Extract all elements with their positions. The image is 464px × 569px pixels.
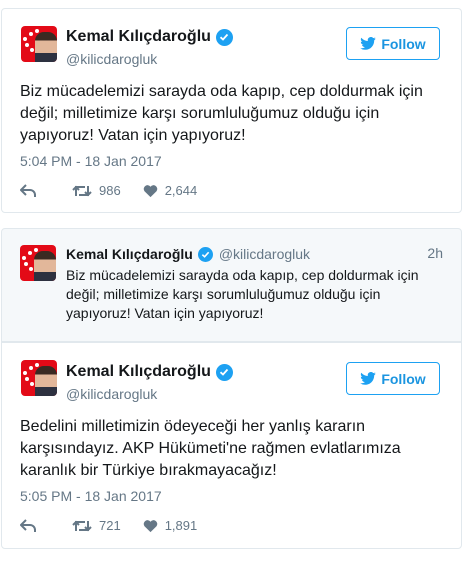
verified-badge-icon xyxy=(215,363,233,381)
heart-icon xyxy=(143,519,157,532)
author-name[interactable]: Kemal Kılıçdaroğlu xyxy=(66,28,211,46)
avatar[interactable] xyxy=(21,26,57,62)
tweet-timestamp[interactable]: 5:05 PM - 18 Jan 2017 xyxy=(20,488,162,504)
avatar[interactable] xyxy=(20,245,56,281)
profile-photo xyxy=(35,366,57,396)
retweet-icon xyxy=(72,520,92,531)
like-count: 2,644 xyxy=(164,183,198,198)
retweet-button[interactable]: 986 xyxy=(72,183,121,198)
tweet-text: Bedelini milletimizin ödeyeceği her yanl… xyxy=(20,418,401,479)
verified-badge-icon xyxy=(197,246,213,262)
follow-label: Follow xyxy=(381,35,426,52)
reply-button[interactable] xyxy=(20,518,36,533)
retweet-icon xyxy=(72,185,92,196)
reply-icon xyxy=(20,518,36,532)
reply-button[interactable] xyxy=(20,183,36,198)
follow-button[interactable]: Follow xyxy=(346,27,440,60)
avatar[interactable] xyxy=(21,360,57,396)
author-handle[interactable]: @kilicdarogluk xyxy=(66,386,157,402)
tweet-text: Biz mücadelemizi sarayda oda kapıp, cep … xyxy=(66,267,419,321)
tweet-timestamp[interactable]: 5:04 PM - 18 Jan 2017 xyxy=(20,153,162,169)
retweet-count: 986 xyxy=(99,183,121,198)
author-name[interactable]: Kemal Kılıçdaroğlu xyxy=(66,246,193,262)
profile-photo xyxy=(34,251,56,281)
tweet-card[interactable]: Kemal Kılıçdaroğlu @kilicdarogluk Follow… xyxy=(1,342,462,549)
tweet-card-compact[interactable]: Kemal Kılıçdaroğlu @kilicdarogluk 2h Biz… xyxy=(1,228,462,342)
follow-label: Follow xyxy=(381,370,426,387)
follow-button[interactable]: Follow xyxy=(346,362,440,395)
tweet-card[interactable]: Kemal Kılıçdaroğlu @kilicdarogluk Follow… xyxy=(1,8,462,213)
retweet-button[interactable]: 721 xyxy=(72,518,121,533)
tweet-relative-time[interactable]: 2h xyxy=(427,245,443,261)
verified-badge-icon xyxy=(215,28,233,46)
heart-icon xyxy=(143,184,157,197)
profile-photo xyxy=(35,32,57,62)
like-button[interactable]: 1,891 xyxy=(143,518,198,533)
tweet-text: Biz mücadelemizi sarayda oda kapıp, cep … xyxy=(20,83,423,144)
author-name[interactable]: Kemal Kılıçdaroğlu xyxy=(66,363,211,381)
like-button[interactable]: 2,644 xyxy=(143,183,198,198)
reply-icon xyxy=(20,183,36,197)
author-handle[interactable]: @kilicdarogluk xyxy=(219,246,310,262)
like-count: 1,891 xyxy=(164,518,198,533)
retweet-count: 721 xyxy=(99,518,121,533)
author-handle[interactable]: @kilicdarogluk xyxy=(66,51,157,67)
twitter-bird-icon xyxy=(360,37,377,50)
twitter-bird-icon xyxy=(360,372,377,385)
